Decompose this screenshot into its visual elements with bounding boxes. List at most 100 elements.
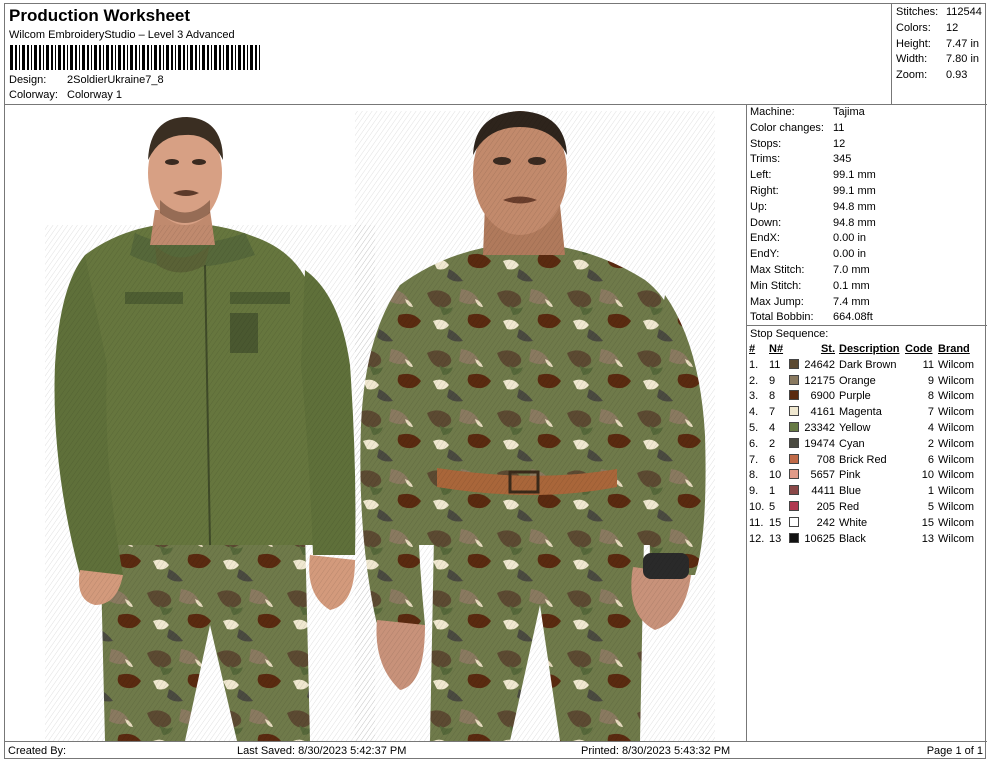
color-swatch (789, 358, 799, 369)
row-needle: 7 (769, 406, 776, 419)
row-num: 9. (749, 485, 759, 498)
row-description: Magenta (839, 406, 882, 419)
row-stitches: 205 (816, 500, 835, 513)
row-code: 15 (921, 516, 934, 529)
page-number: Page 1 of 1 (926, 745, 983, 757)
row-stitches: 19474 (804, 437, 835, 450)
info-row: Right: 99.1 mm (750, 184, 876, 197)
summary-width: Width: 7.80 in (896, 53, 980, 66)
info-row: Down: 94.8 mm (750, 216, 876, 229)
color-swatch (789, 453, 799, 464)
summary-zoom: Zoom: 0.93 (896, 69, 968, 82)
table-row: 10. 5 205 Red 5 Wilcom (749, 500, 986, 516)
table-row: 9. 1 4411 Blue 1 Wilcom (749, 484, 986, 500)
table-row: 1. 11 24642 Dark Brown 11 Wilcom (749, 358, 986, 374)
table-row: 3. 8 6900 Purple 8 Wilcom (749, 389, 986, 405)
info-row: Left: 99.1 mm (750, 169, 876, 182)
col-code: Code (905, 343, 933, 355)
table-row: 5. 4 23342 Yellow 4 Wilcom (749, 421, 986, 437)
col-num: # (749, 343, 756, 355)
barcode (10, 45, 260, 70)
color-swatch (789, 485, 799, 496)
col-brand: Brand (938, 343, 970, 355)
info-row: Stops: 12 (750, 137, 846, 150)
row-brand: Wilcom (938, 516, 975, 529)
row-stitches: 23342 (804, 421, 835, 434)
info-row: EndX: 0.00 in (750, 232, 867, 245)
row-code: 7 (927, 406, 934, 419)
row-stitches: 24642 (804, 358, 835, 371)
color-swatch (789, 532, 799, 543)
info-row: Up: 94.8 mm (750, 200, 876, 213)
row-code: 9 (927, 374, 934, 387)
table-row: 7. 6 708 Brick Red 6 Wilcom (749, 453, 986, 469)
row-description: Yellow (839, 421, 871, 434)
created-by: Created By: (8, 745, 67, 757)
row-description: Orange (839, 374, 876, 387)
color-swatch (789, 500, 799, 511)
row-code: 6 (927, 453, 934, 466)
table-row: 4. 7 4161 Magenta 7 Wilcom (749, 405, 986, 421)
row-needle: 6 (769, 453, 776, 466)
design-label: Design: (9, 74, 47, 86)
row-num: 2. (749, 374, 759, 387)
software-name: Wilcom EmbroideryStudio – Level 3 Advanc… (9, 29, 235, 41)
last-saved: Last Saved: 8/30/2023 5:42:37 PM (237, 745, 407, 757)
row-code: 8 (927, 390, 934, 403)
info-row: Max Stitch: 7.0 mm (750, 263, 870, 276)
row-needle: 1 (769, 485, 776, 498)
col-description: Description (839, 343, 900, 355)
row-num: 5. (749, 421, 759, 434)
row-code: 10 (921, 469, 934, 482)
color-swatch (789, 421, 799, 432)
info-row: Total Bobbin: 664.08ft (750, 311, 873, 324)
row-stitches: 242 (816, 516, 835, 529)
soldier-left (45, 117, 375, 741)
row-code: 2 (927, 437, 934, 450)
row-needle: 9 (769, 374, 776, 387)
row-num: 10. (749, 500, 765, 513)
row-num: 4. (749, 406, 759, 419)
row-stitches: 4411 (811, 485, 835, 498)
row-needle: 2 (769, 437, 776, 450)
row-code: 5 (927, 500, 934, 513)
row-needle: 5 (769, 500, 776, 513)
row-stitches: 6900 (810, 390, 835, 403)
colorway-name: Colorway 1 (67, 89, 123, 101)
info-row: Max Jump: 7.4 mm (750, 295, 870, 308)
row-brand: Wilcom (938, 406, 975, 419)
row-description: Cyan (839, 437, 865, 450)
row-brand: Wilcom (938, 390, 975, 403)
info-row: Machine: Tajima (750, 106, 865, 118)
row-brand: Wilcom (938, 532, 975, 545)
worksheet: Production Worksheet Wilcom EmbroiderySt… (4, 3, 987, 760)
row-num: 3. (749, 390, 759, 403)
table-row: 8. 10 5657 Pink 10 Wilcom (749, 468, 986, 484)
row-needle: 11 (769, 358, 781, 371)
row-num: 6. (749, 437, 759, 450)
color-swatch (789, 516, 799, 527)
color-swatch (789, 390, 799, 401)
table-row: 12. 13 10625 Black 13 Wilcom (749, 532, 986, 548)
row-brand: Wilcom (938, 358, 975, 371)
row-code: 1 (927, 485, 934, 498)
worksheet-footer: Created By: Last Saved: 8/30/2023 5:42:3… (5, 741, 987, 760)
row-needle: 4 (769, 421, 776, 434)
col-needle: N# (769, 343, 784, 355)
row-description: Black (839, 532, 866, 545)
row-brand: Wilcom (938, 485, 975, 498)
stop-sequence-label: Stop Sequence: (750, 328, 829, 340)
color-swatch (789, 374, 799, 385)
worksheet-header: Production Worksheet Wilcom EmbroiderySt… (5, 4, 891, 105)
row-code: 4 (927, 421, 934, 434)
row-description: White (839, 516, 868, 529)
row-brand: Wilcom (938, 469, 975, 482)
summary-height: Height: 7.47 in (896, 37, 980, 50)
col-stitches: St. (820, 343, 835, 355)
design-preview (5, 105, 747, 741)
info-row: Min Stitch: 0.1 mm (750, 279, 870, 292)
row-brand: Wilcom (938, 500, 975, 513)
table-row: 11. 15 242 White 15 Wilcom (749, 516, 986, 532)
info-row: EndY: 0.00 in (750, 248, 867, 261)
color-swatch (789, 437, 799, 448)
